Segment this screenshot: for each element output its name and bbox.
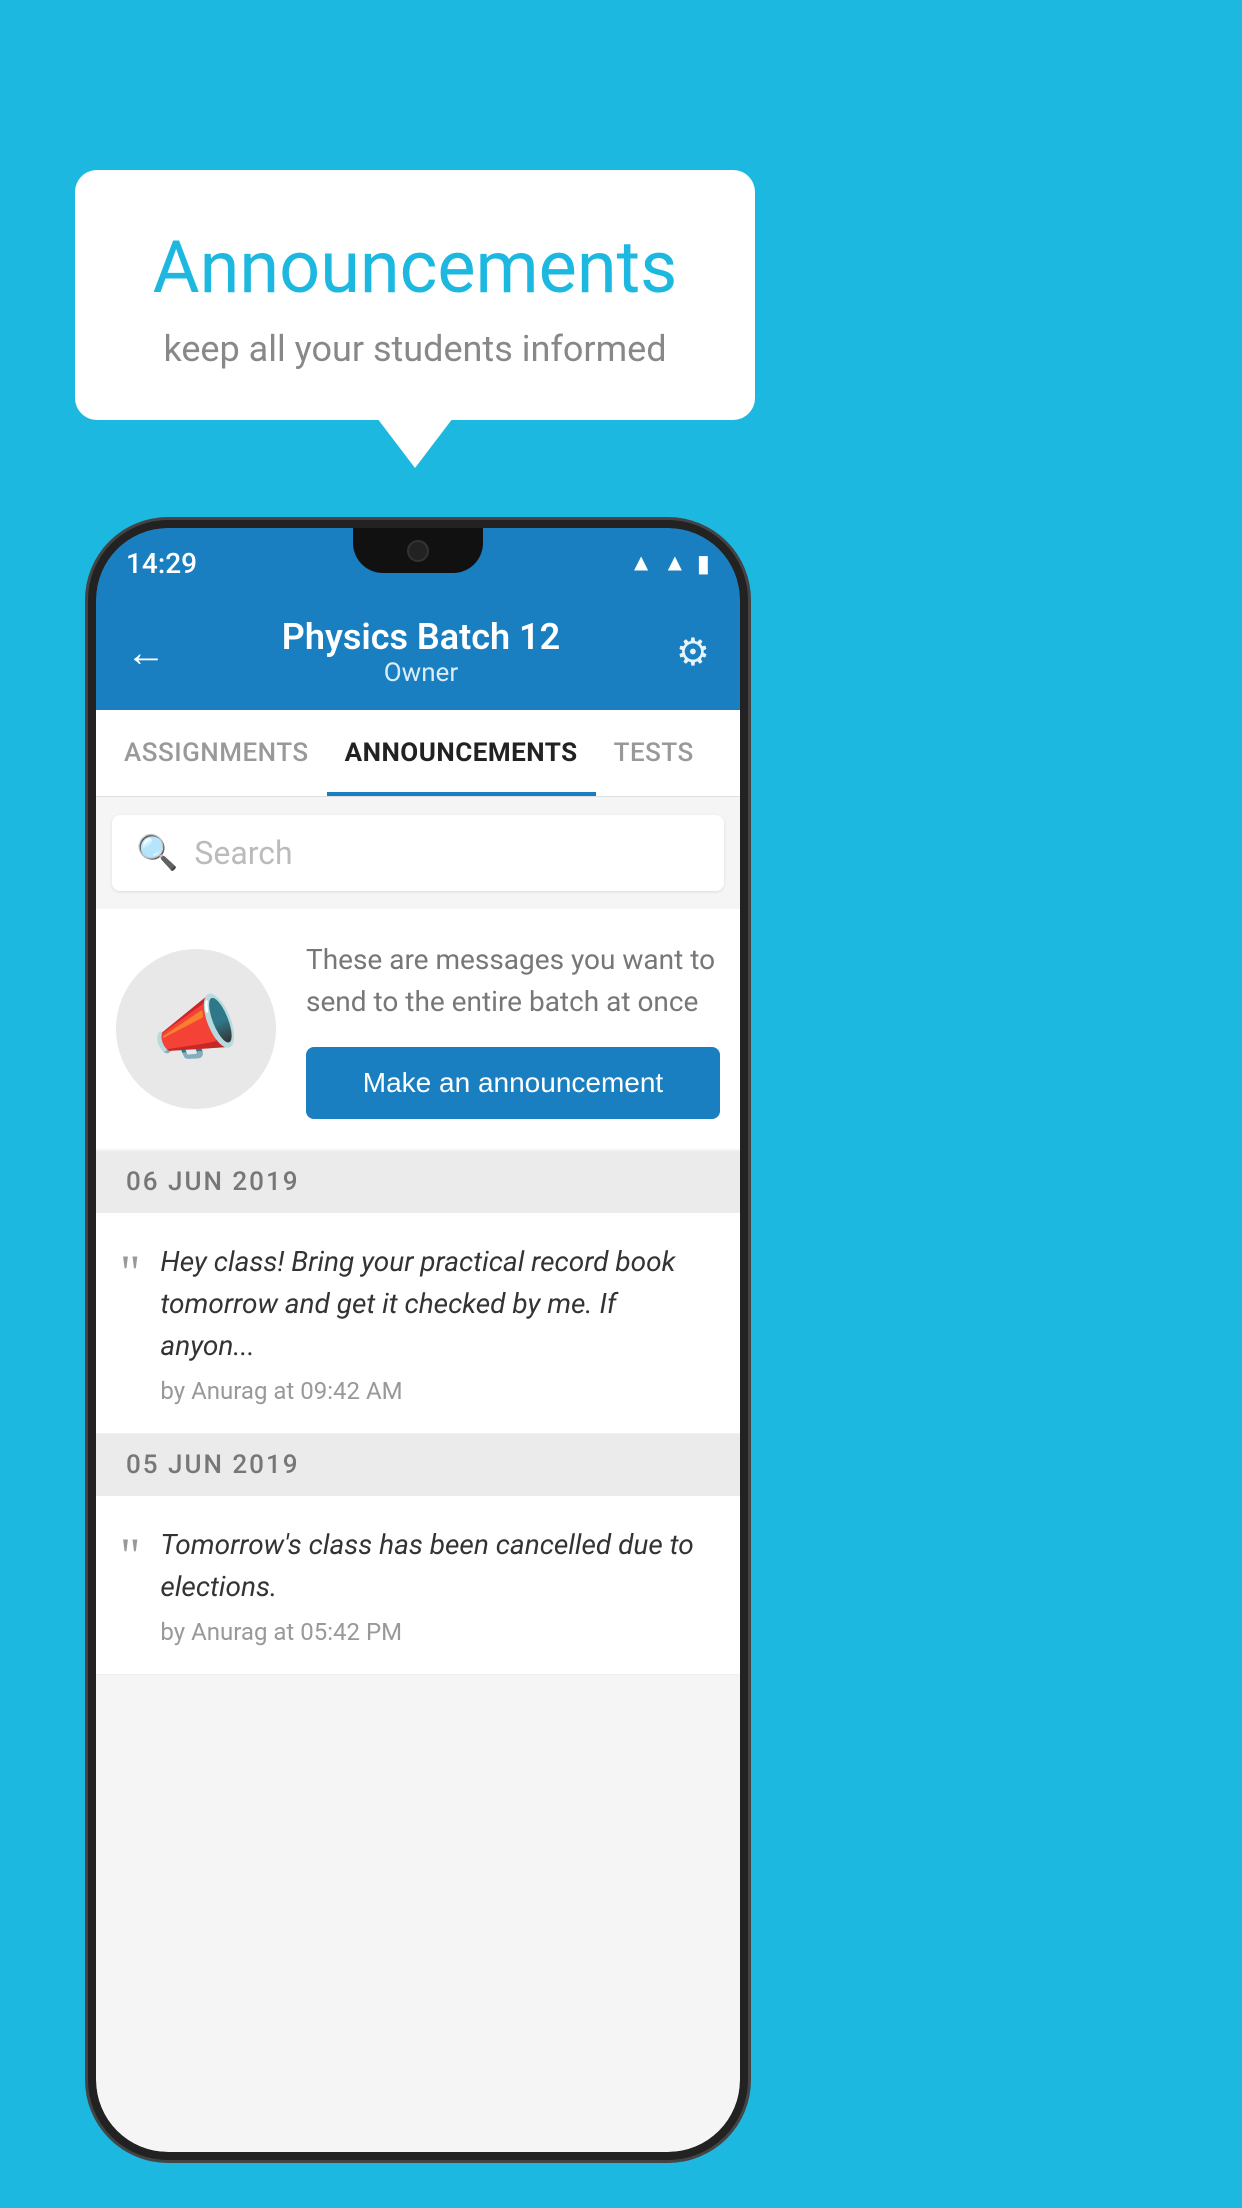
tab-assignments[interactable]: ASSIGNMENTS bbox=[106, 710, 327, 796]
header-title-block: Physics Batch 12 Owner bbox=[282, 616, 560, 688]
volume-up-button bbox=[88, 858, 94, 938]
power-button bbox=[742, 848, 748, 928]
tab-tests[interactable]: TESTS bbox=[596, 710, 712, 796]
announcement-meta-2: by Anurag at 05:42 PM bbox=[160, 1618, 716, 1646]
announcement-text-1: Hey class! Bring your practical record b… bbox=[160, 1241, 716, 1367]
owner-subtitle: Owner bbox=[282, 658, 560, 688]
back-button[interactable]: ← bbox=[126, 629, 166, 676]
phone-frame: 14:29 ▲ ▲ ▮ ← Physics Batch 12 Owner ⚙ A… bbox=[88, 520, 748, 2160]
empty-state: 📣 These are messages you want to send to… bbox=[96, 909, 740, 1149]
quote-icon-2: " bbox=[120, 1530, 140, 1580]
quote-icon-1: " bbox=[120, 1247, 140, 1297]
announcement-item-1[interactable]: " Hey class! Bring your practical record… bbox=[96, 1213, 740, 1434]
empty-state-content: These are messages you want to send to t… bbox=[306, 939, 720, 1119]
announcement-card: Announcements keep all your students inf… bbox=[75, 170, 755, 420]
wifi-icon: ▲ bbox=[629, 549, 653, 578]
make-announcement-button[interactable]: Make an announcement bbox=[306, 1047, 720, 1119]
announcement-meta-1: by Anurag at 09:42 AM bbox=[160, 1377, 716, 1405]
date-separator-2: 05 JUN 2019 bbox=[96, 1434, 740, 1496]
tab-announcements[interactable]: ANNOUNCEMENTS bbox=[327, 710, 596, 796]
card-title: Announcements bbox=[135, 225, 695, 310]
status-bar: 14:29 ▲ ▲ ▮ bbox=[96, 528, 740, 598]
volume-silent-button bbox=[88, 778, 94, 828]
announcement-content-2: Tomorrow's class has been cancelled due … bbox=[160, 1524, 716, 1646]
screen-content: 🔍 Search 📣 These are messages you want t… bbox=[96, 797, 740, 2152]
settings-icon[interactable]: ⚙ bbox=[676, 630, 710, 675]
announcement-text-2: Tomorrow's class has been cancelled due … bbox=[160, 1524, 716, 1608]
signal-icon: ▲ bbox=[663, 549, 687, 578]
megaphone-icon: 📣 bbox=[152, 988, 239, 1070]
search-placeholder: Search bbox=[194, 834, 292, 872]
date-separator-1: 06 JUN 2019 bbox=[96, 1151, 740, 1213]
card-subtitle: keep all your students informed bbox=[135, 328, 695, 370]
batch-title: Physics Batch 12 bbox=[282, 616, 560, 658]
status-time: 14:29 bbox=[126, 547, 197, 580]
front-camera bbox=[407, 540, 429, 562]
megaphone-circle: 📣 bbox=[116, 949, 276, 1109]
search-bar[interactable]: 🔍 Search bbox=[112, 815, 724, 891]
volume-down-button bbox=[88, 968, 94, 1048]
empty-state-description: These are messages you want to send to t… bbox=[306, 939, 720, 1023]
search-icon: 🔍 bbox=[136, 833, 178, 873]
notch bbox=[353, 528, 483, 573]
app-header: ← Physics Batch 12 Owner ⚙ bbox=[96, 598, 740, 710]
announcement-content-1: Hey class! Bring your practical record b… bbox=[160, 1241, 716, 1405]
tab-bar: ASSIGNMENTS ANNOUNCEMENTS TESTS bbox=[96, 710, 740, 797]
announcement-item-2[interactable]: " Tomorrow's class has been cancelled du… bbox=[96, 1496, 740, 1675]
status-icons: ▲ ▲ ▮ bbox=[629, 549, 710, 578]
phone-screen: 14:29 ▲ ▲ ▮ ← Physics Batch 12 Owner ⚙ A… bbox=[96, 528, 740, 2152]
battery-icon: ▮ bbox=[697, 549, 710, 577]
